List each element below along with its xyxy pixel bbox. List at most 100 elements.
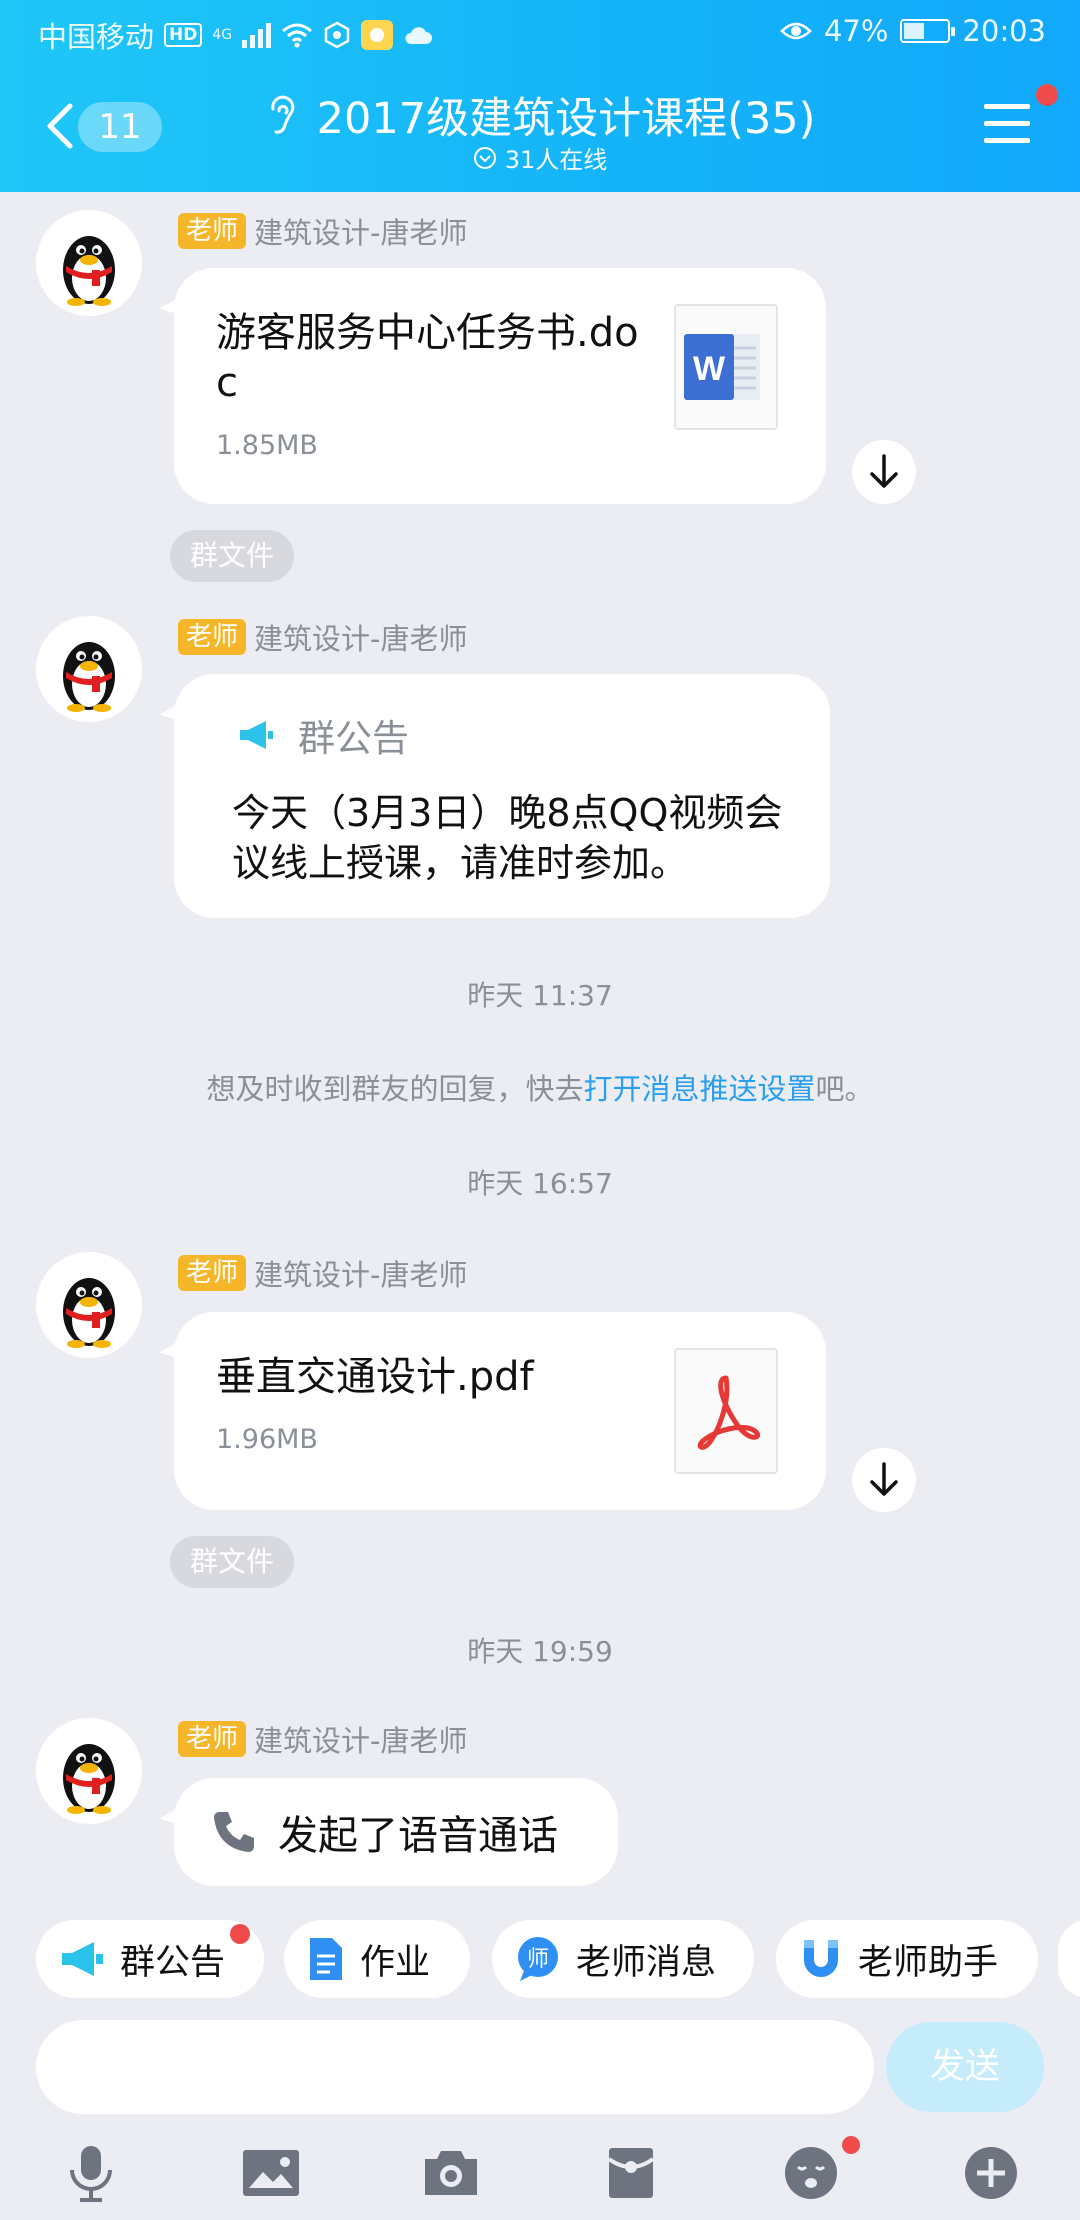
emoji-notification-dot: [842, 2136, 860, 2154]
clock: 20:03: [962, 14, 1046, 48]
quick-teacher-assistant-chip[interactable]: 老师助手: [776, 1920, 1038, 1998]
red-packet-button[interactable]: [596, 2138, 666, 2208]
sender-info: 老师 建筑设计-唐老师: [178, 1718, 467, 1760]
penguin-avatar-icon: [63, 1278, 115, 1348]
camera-icon: [425, 2151, 477, 2195]
sender-name[interactable]: 建筑设计-唐老师: [254, 210, 467, 252]
open-push-settings-link[interactable]: 打开消息推送设置: [583, 1072, 815, 1106]
timestamp: 昨天 16:57: [467, 1167, 613, 1200]
avatar[interactable]: [36, 1252, 142, 1358]
camera-button[interactable]: [416, 2138, 486, 2208]
tip-text: 想及时收到群友的回复，快去: [206, 1072, 584, 1106]
megaphone-icon: [62, 1942, 103, 1976]
battery-percent: 47%: [823, 14, 889, 48]
timestamp: 昨天 11:37: [467, 979, 613, 1012]
sender-info: 老师 建筑设计-唐老师: [178, 616, 467, 658]
svg-text:师: 师: [527, 1947, 549, 1972]
red-packet-icon: [607, 2148, 655, 2198]
sender-name[interactable]: 建筑设计-唐老师: [254, 616, 467, 658]
app-notification-icon: [361, 20, 394, 50]
tip-text-end: 吧。: [815, 1072, 874, 1106]
group-file-tag: 群文件: [170, 1536, 295, 1588]
download-arrow-icon: [870, 1462, 898, 1496]
voice-call-message-bubble[interactable]: 发起了语音通话: [174, 1778, 618, 1886]
avatar[interactable]: [36, 1718, 142, 1824]
timestamp: 昨天 19:59: [467, 1635, 613, 1668]
file-size: 1.96MB: [216, 1424, 318, 1455]
download-button[interactable]: [852, 1448, 916, 1512]
network-type: 4G: [212, 27, 233, 43]
emoji-icon: [785, 2147, 837, 2199]
role-badge: 老师: [178, 1721, 247, 1757]
chip-label: 作业: [360, 1942, 431, 1983]
avatar[interactable]: [36, 210, 142, 316]
sender-name[interactable]: 建筑设计-唐老师: [254, 1718, 467, 1760]
quick-notice-chip[interactable]: 群公告: [36, 1920, 264, 1998]
cloud-icon: [405, 27, 433, 44]
word-doc-icon: W: [674, 304, 778, 430]
image-icon: [243, 2150, 299, 2196]
notice-title: 群公告: [298, 717, 409, 760]
file-message-bubble[interactable]: 垂直交通设计.pdf 1.96MB: [174, 1312, 826, 1510]
file-message-bubble[interactable]: 游客服务中心任务书.doc 1.85MB W: [174, 268, 826, 504]
quick-action-bar: 群公告 作业 师 老师消息 老师助手: [0, 1920, 1080, 2000]
sender-info: 老师 建筑设计-唐老师: [178, 210, 467, 252]
sender-info: 老师 建筑设计-唐老师: [178, 1252, 467, 1294]
emoji-button[interactable]: [776, 2136, 860, 2208]
image-button[interactable]: [236, 2138, 306, 2208]
eye-comfort-icon: [780, 22, 812, 40]
more-options-button[interactable]: [956, 2138, 1026, 2208]
online-check-icon: [473, 146, 496, 169]
chip-label: 群公告: [120, 1942, 226, 1983]
download-button[interactable]: [852, 440, 916, 504]
megaphone-icon: [240, 721, 273, 749]
penguin-avatar-icon: [63, 236, 115, 306]
sender-name[interactable]: 建筑设计-唐老师: [254, 1252, 467, 1294]
ear-icon[interactable]: [265, 93, 299, 137]
battery-icon: [900, 19, 956, 43]
microphone-icon: [70, 2146, 112, 2202]
shield-app-icon: [324, 21, 350, 49]
download-arrow-icon: [870, 454, 898, 488]
penguin-avatar-icon: [63, 642, 115, 712]
plus-icon: [965, 2147, 1017, 2199]
notice-notification-dot: [230, 1924, 250, 1944]
group-title[interactable]: 2017级建筑设计课程(35): [317, 84, 816, 146]
magnet-icon: [804, 1940, 838, 1977]
push-settings-tip: 想及时收到群友的回复，快去打开消息推送设置吧。: [0, 1066, 1080, 1108]
chat-header: 中国移动 HD 4G 47% 20:03 11 2017级建筑设计课程(35) …: [0, 0, 1080, 192]
notice-body: 今天（3月3日）晚8点QQ视频会议线上授课，请准时参加。: [232, 791, 783, 885]
svg-text:W: W: [693, 350, 726, 388]
document-icon: [310, 1938, 342, 1980]
teacher-badge-icon: 师: [518, 1937, 558, 1981]
role-badge: 老师: [178, 1255, 247, 1291]
penguin-avatar-icon: [63, 1744, 115, 1814]
send-button[interactable]: 发送: [886, 2022, 1044, 2112]
call-text: 发起了语音通话: [278, 1813, 558, 1859]
role-badge: 老师: [178, 619, 247, 655]
role-badge: 老师: [178, 213, 247, 249]
file-name: 垂直交通设计.pdf: [216, 1354, 534, 1400]
file-name: 游客服务中心任务书.doc: [216, 310, 639, 406]
chip-label: 老师消息: [576, 1942, 717, 1983]
file-size: 1.85MB: [216, 430, 318, 461]
avatar[interactable]: [36, 616, 142, 722]
group-file-tag: 群文件: [170, 530, 295, 582]
voice-input-button[interactable]: [56, 2138, 126, 2208]
carrier-label: 中国移动: [38, 20, 155, 54]
input-toolbar: [0, 2130, 1080, 2220]
wifi-icon: [282, 23, 313, 48]
message-input[interactable]: [36, 2020, 874, 2114]
quick-more-chip[interactable]: [1058, 1920, 1080, 1998]
chip-label: 老师助手: [858, 1942, 999, 1983]
status-bar: 中国移动 HD 4G 47% 20:03: [0, 0, 1080, 64]
pdf-icon: [674, 1348, 778, 1474]
notice-message-bubble[interactable]: 群公告 今天（3月3日）晚8点QQ视频会议线上授课，请准时参加。: [174, 674, 830, 918]
quick-teacher-messages-chip[interactable]: 师 老师消息: [492, 1920, 754, 1998]
online-count[interactable]: 31人在线: [505, 140, 608, 175]
signal-icon: [242, 22, 272, 48]
group-menu-button[interactable]: [984, 104, 1030, 144]
phone-icon: [214, 1812, 254, 1852]
quick-homework-chip[interactable]: 作业: [284, 1920, 470, 1998]
menu-notification-dot: [1036, 84, 1058, 106]
